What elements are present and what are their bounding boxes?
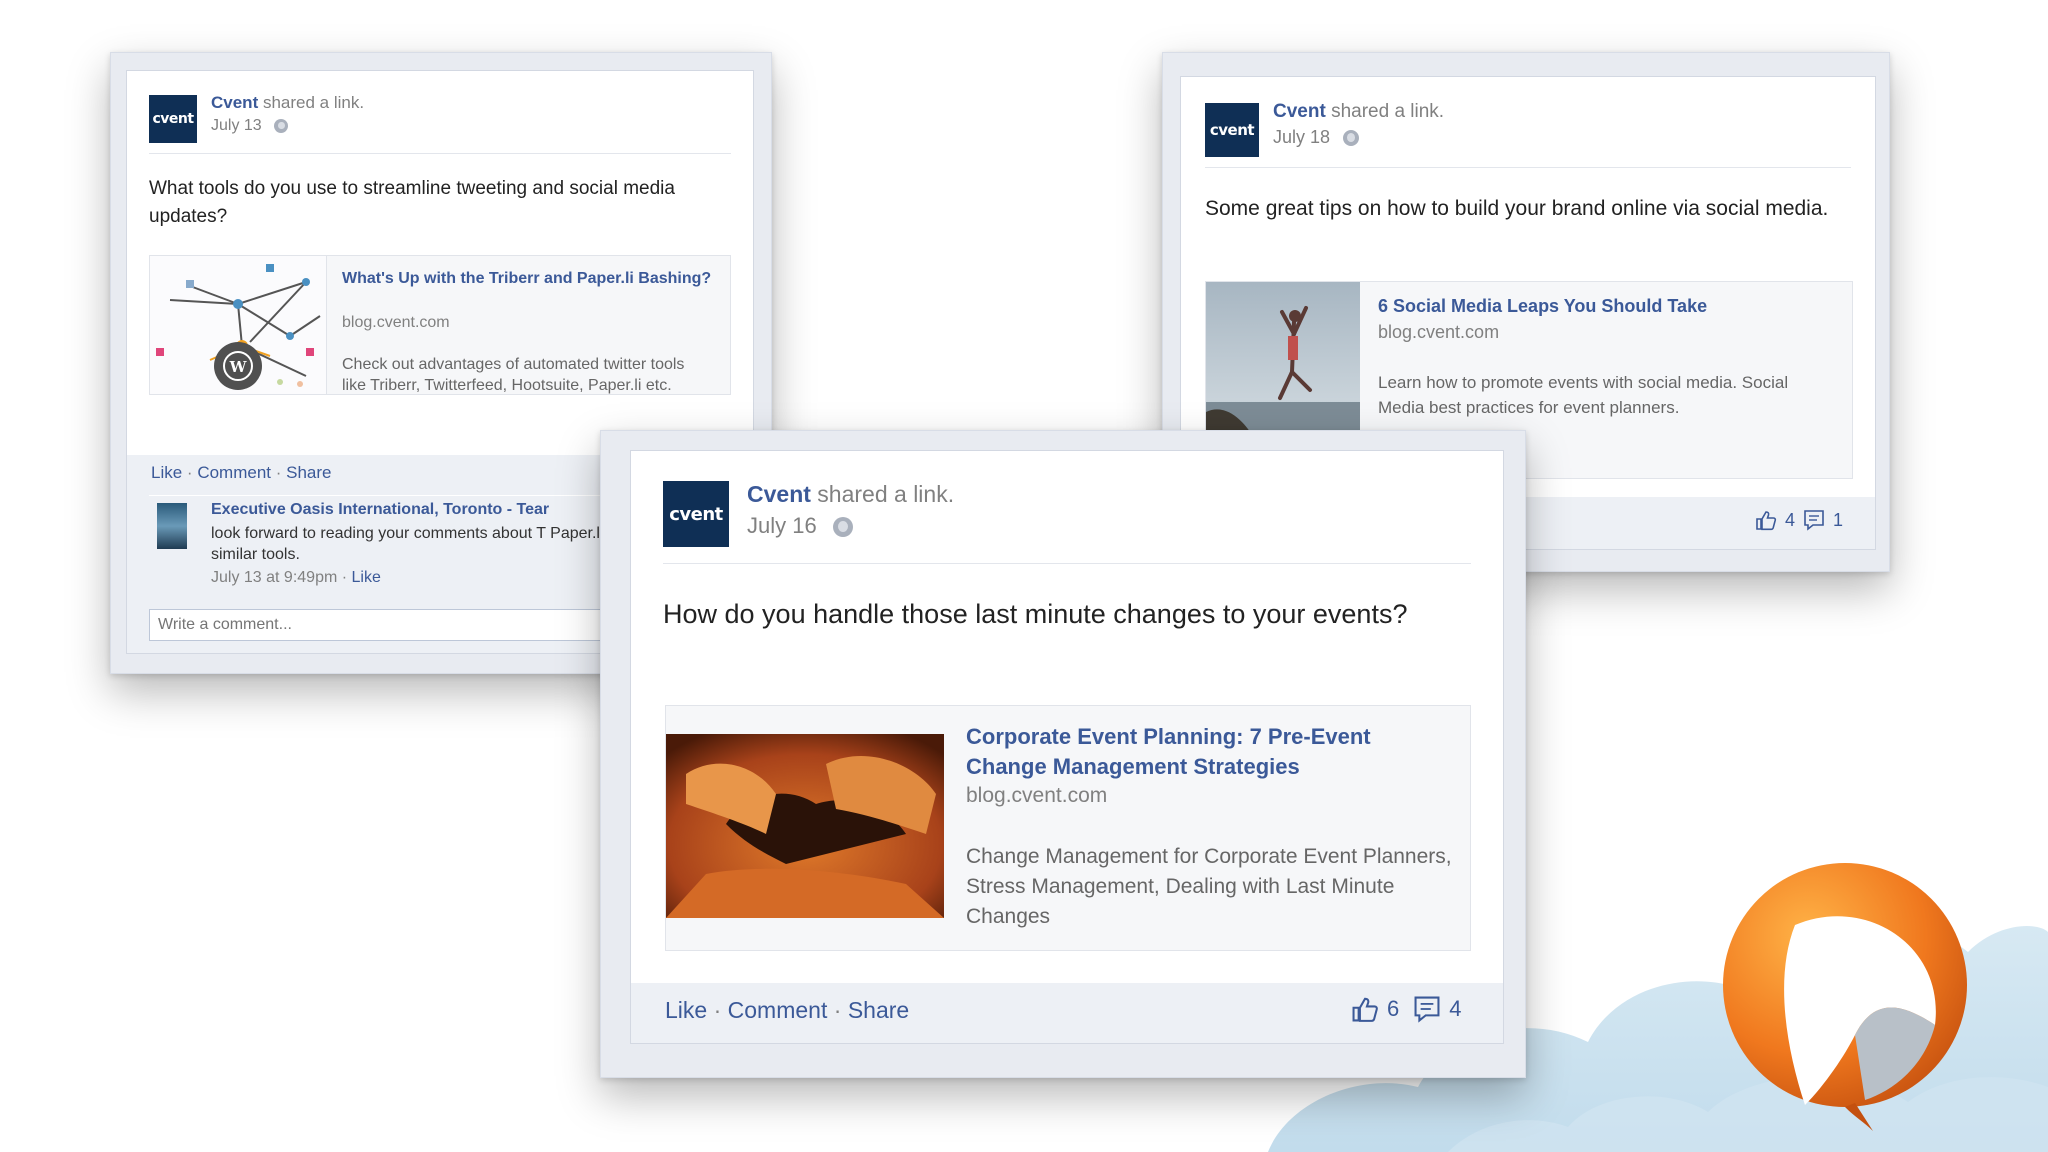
link-domain: blog.cvent.com: [1378, 322, 1500, 342]
thumbs-up-icon[interactable]: [1755, 509, 1777, 531]
post-card-3: cvent Cvent shared a link. July 16 How d…: [630, 450, 1504, 1044]
post-action-text: shared a link.: [1331, 101, 1445, 122]
post-counts: 4 1: [1755, 509, 1843, 531]
comment-author[interactable]: Executive Oasis International, Toronto -…: [211, 501, 549, 519]
post-action-text: shared a link.: [262, 93, 365, 112]
comment-icon[interactable]: [1803, 509, 1825, 531]
post-header: Cvent shared a link.: [1273, 101, 1444, 123]
post-meta: July 13: [211, 117, 289, 135]
link-attachment[interactable]: W What's Up with the Triberr and Paper.l…: [149, 255, 731, 395]
comment-count[interactable]: 1: [1833, 510, 1843, 531]
avatar[interactable]: cvent: [663, 481, 729, 547]
comment-like-link[interactable]: Like: [352, 569, 381, 586]
post-header: Cvent shared a link.: [211, 93, 364, 113]
post-actions: Like · Comment · Share: [665, 997, 909, 1024]
post-counts: 6 4: [1351, 995, 1462, 1023]
comment-count[interactable]: 4: [1449, 996, 1461, 1022]
post-meta: July 18: [1273, 127, 1360, 148]
post-date[interactable]: July 16: [747, 513, 817, 538]
link-title[interactable]: Corporate Event Planning: 7 Pre-Event Ch…: [966, 722, 1446, 782]
comment-time[interactable]: July 13 at 9:49pm: [211, 569, 337, 586]
avatar[interactable]: cvent: [1205, 103, 1259, 157]
post-actions: Like · Comment · Share: [151, 463, 332, 483]
globe-icon: [832, 517, 853, 538]
like-link[interactable]: Like: [665, 997, 707, 1023]
avatar[interactable]: cvent: [149, 95, 197, 143]
separator: ·: [713, 997, 728, 1023]
separator: ·: [186, 463, 198, 482]
comment-meta: July 13 at 9:49pm · Like: [211, 569, 381, 587]
author-link[interactable]: Cvent: [747, 481, 811, 507]
link-title[interactable]: What's Up with the Triberr and Paper.li …: [342, 268, 712, 290]
divider: [1205, 167, 1851, 168]
link-description: Learn how to promote events with social …: [1378, 373, 1789, 417]
share-link[interactable]: Share: [286, 463, 331, 482]
comment-link[interactable]: Comment: [728, 997, 828, 1023]
comment-icon[interactable]: [1413, 995, 1441, 1023]
post-date[interactable]: July 18: [1273, 127, 1330, 147]
globe-icon: [1343, 130, 1360, 147]
globe-icon: [274, 118, 289, 133]
post-date[interactable]: July 13: [211, 117, 262, 134]
separator: ·: [275, 463, 287, 482]
thumbs-up-icon[interactable]: [1351, 995, 1379, 1023]
share-link[interactable]: Share: [848, 997, 909, 1023]
svg-text:W: W: [229, 358, 248, 376]
comment-avatar[interactable]: [157, 503, 187, 549]
post-message: What tools do you use to streamline twee…: [149, 178, 675, 227]
post-meta: July 16: [747, 513, 853, 539]
like-count[interactable]: 4: [1785, 510, 1795, 531]
link-domain: blog.cvent.com: [966, 784, 1108, 807]
like-link[interactable]: Like: [151, 463, 182, 482]
link-attachment[interactable]: Corporate Event Planning: 7 Pre-Event Ch…: [665, 705, 1471, 951]
separator: ·: [833, 997, 848, 1023]
like-count[interactable]: 6: [1387, 996, 1399, 1022]
network-graph-image: W: [156, 264, 321, 390]
link-thumbnail[interactable]: [666, 734, 944, 918]
cvent-logo-mark: [1723, 863, 1967, 1131]
post-action-text: shared a link.: [817, 481, 955, 507]
stressed-person-image: [666, 734, 944, 918]
author-link[interactable]: Cvent: [1273, 101, 1326, 122]
post-message: How do you handle those last minute chan…: [663, 599, 1408, 629]
post-header: Cvent shared a link.: [747, 481, 954, 508]
link-title[interactable]: 6 Social Media Leaps You Should Take: [1378, 294, 1838, 318]
link-thumbnail[interactable]: W: [150, 256, 327, 394]
link-domain: blog.cvent.com: [342, 314, 450, 331]
post-message: Some great tips on how to build your bra…: [1205, 197, 1829, 220]
author-link[interactable]: Cvent: [211, 93, 258, 112]
link-description: Check out advantages of automated twitte…: [342, 356, 685, 394]
comment-link[interactable]: Comment: [197, 463, 271, 482]
link-description: Change Management for Corporate Event Pl…: [966, 845, 1452, 928]
separator: ·: [341, 569, 352, 586]
divider: [149, 153, 731, 154]
divider: [663, 563, 1471, 564]
